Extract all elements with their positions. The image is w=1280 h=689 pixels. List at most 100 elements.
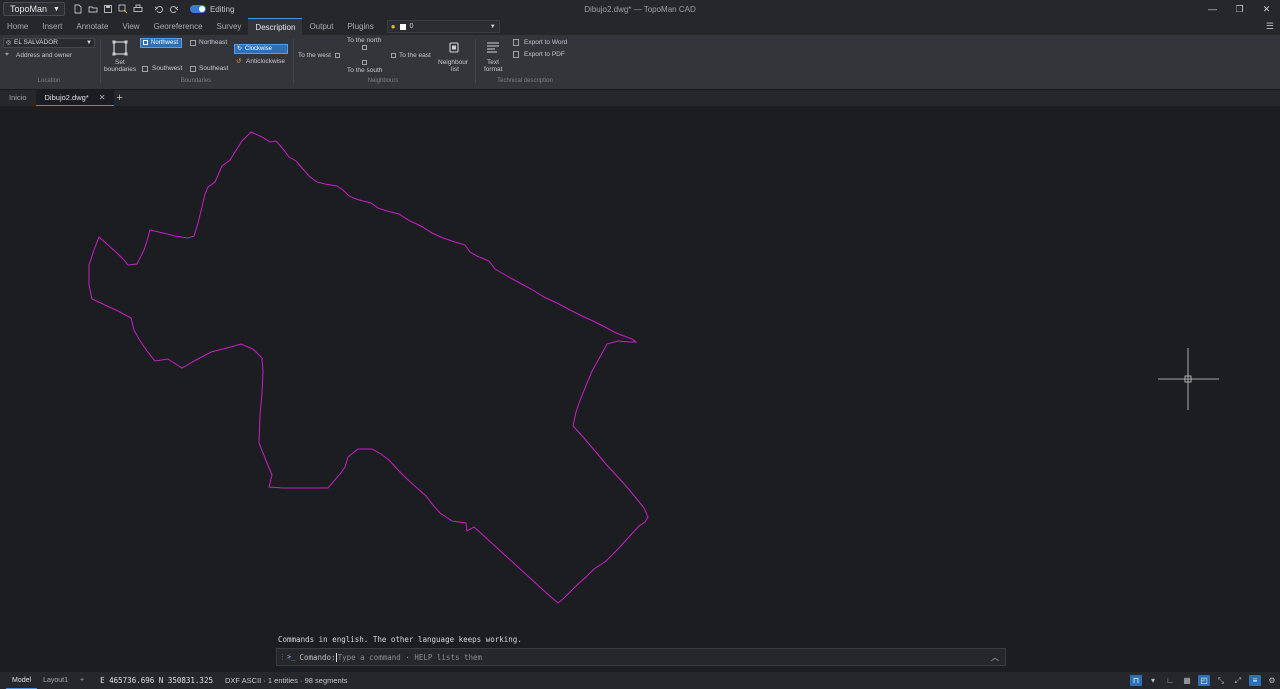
doc-tab-label: Dibujo2.dwg* bbox=[44, 92, 89, 102]
clockwise-option[interactable]: ↻ Clockwise bbox=[234, 44, 288, 54]
lineweight-icon[interactable]: ≡ bbox=[1249, 675, 1261, 686]
redo-icon[interactable] bbox=[169, 4, 180, 15]
neighbour-list-icon[interactable] bbox=[449, 42, 459, 54]
ribbon-options-icon[interactable]: ☰ bbox=[1266, 21, 1274, 32]
restore-icon[interactable]: ❐ bbox=[1226, 0, 1253, 18]
command-label: Comando: bbox=[299, 652, 336, 662]
toggle-track bbox=[189, 5, 206, 13]
text-format-icon[interactable] bbox=[486, 41, 500, 53]
save-as-icon[interactable] bbox=[118, 4, 129, 15]
coordinate-readout: E 465736.696 N 350831.325 bbox=[100, 676, 213, 685]
undo-icon[interactable] bbox=[154, 4, 165, 15]
text-format-label-2[interactable]: format bbox=[484, 66, 502, 73]
south-square-icon[interactable] bbox=[362, 60, 367, 65]
property-boundary-polyline[interactable] bbox=[88, 131, 649, 604]
southeast-checkbox[interactable] bbox=[190, 66, 196, 72]
doc-tab-inicio[interactable]: Inicio bbox=[0, 90, 36, 106]
editing-toggle[interactable]: Editing bbox=[189, 5, 234, 14]
to-the-west-label[interactable]: To the west bbox=[298, 52, 331, 59]
add-tab-icon[interactable]: + bbox=[116, 92, 122, 104]
command-history: Commands in english. The other language … bbox=[278, 635, 522, 644]
group-neighbours: To the north To the west To the east To … bbox=[293, 35, 473, 90]
grid-icon[interactable]: ▦ bbox=[1181, 675, 1193, 686]
chevron-down-icon: ▼ bbox=[489, 23, 496, 30]
northeast-checkbox[interactable] bbox=[190, 40, 196, 46]
tab-description[interactable]: Description bbox=[248, 18, 303, 35]
add-layout-icon[interactable]: + bbox=[74, 672, 90, 689]
crosshair-cursor bbox=[1158, 348, 1219, 410]
group-technical-description: Text format Export to Word Export to PDF… bbox=[475, 35, 575, 90]
app-menu-label: TopoMan bbox=[10, 4, 48, 14]
northwest-option[interactable]: Northwest bbox=[140, 38, 183, 48]
clockwise-label: Clockwise bbox=[245, 46, 273, 52]
anticlockwise-icon: ↺ bbox=[236, 58, 242, 65]
minimize-icon[interactable]: — bbox=[1199, 0, 1226, 18]
southwest-label[interactable]: Southwest bbox=[152, 65, 182, 72]
tab-view[interactable]: View bbox=[115, 18, 146, 35]
anticlockwise-label[interactable]: Anticlockwise bbox=[246, 58, 285, 65]
snap-menu-chevron-icon[interactable]: ▾ bbox=[1147, 675, 1159, 686]
print-icon[interactable] bbox=[133, 4, 144, 15]
layer-dropdown[interactable]: ● 0 ▼ bbox=[386, 20, 500, 33]
tab-annotate[interactable]: Annotate bbox=[69, 18, 115, 35]
snap-icon[interactable]: ⊓ bbox=[1130, 675, 1142, 686]
east-square-icon[interactable] bbox=[391, 53, 396, 58]
globe-icon: ◎ bbox=[6, 40, 12, 46]
save-icon[interactable] bbox=[103, 4, 114, 15]
close-tab-icon[interactable]: ✕ bbox=[99, 90, 106, 106]
chevron-up-icon[interactable]: ︿ bbox=[991, 652, 999, 663]
new-file-icon[interactable] bbox=[73, 4, 84, 15]
northwest-label: Northwest bbox=[151, 40, 179, 46]
tab-home[interactable]: Home bbox=[0, 18, 35, 35]
open-folder-icon[interactable] bbox=[88, 4, 99, 15]
layout1-tab[interactable]: Layout1 bbox=[37, 672, 74, 689]
tab-output[interactable]: Output bbox=[302, 18, 340, 35]
text-format-label-1[interactable]: Text bbox=[487, 59, 499, 66]
prompt-icon: >_ bbox=[287, 653, 296, 661]
settings-gear-icon[interactable]: ⚙ bbox=[1266, 675, 1278, 686]
export-to-word-button[interactable]: Export to Word bbox=[524, 39, 567, 46]
grip-icon[interactable]: ⋮⋮ bbox=[279, 653, 293, 661]
tab-insert[interactable]: Insert bbox=[35, 18, 69, 35]
clockwise-icon: ↻ bbox=[237, 46, 243, 52]
northeast-label[interactable]: Northeast bbox=[199, 39, 227, 46]
neighbour-list-label-2[interactable]: list bbox=[451, 66, 459, 73]
lightbulb-icon[interactable]: ● bbox=[391, 22, 396, 31]
north-square-icon[interactable] bbox=[362, 45, 367, 50]
set-boundaries-icon[interactable] bbox=[112, 40, 128, 56]
drawing-svg[interactable] bbox=[0, 106, 1280, 672]
map-pin-icon: ⌖ bbox=[5, 51, 9, 58]
object-snap-icon[interactable]: ◰ bbox=[1198, 675, 1210, 686]
export-to-pdf-button[interactable]: Export to PDF bbox=[524, 51, 565, 58]
chevron-down-icon: ▼ bbox=[86, 40, 92, 46]
southwest-checkbox[interactable] bbox=[142, 66, 148, 72]
status-toggles: ⊓ ▾ ∟ ▦ ◰ ⤡ ⤢ ≡ ⚙ bbox=[1130, 672, 1278, 689]
west-square-icon[interactable] bbox=[335, 53, 340, 58]
drawing-canvas[interactable] bbox=[0, 106, 1280, 672]
polar-tracking-icon[interactable]: ⤡ bbox=[1215, 675, 1227, 686]
set-boundaries-label-1[interactable]: Set bbox=[115, 59, 125, 66]
country-select[interactable]: ◎ EL SALVADOR ▼ bbox=[3, 38, 95, 48]
close-icon[interactable]: ✕ bbox=[1253, 0, 1280, 18]
status-bar: Model Layout1 + E 465736.696 N 350831.32… bbox=[0, 672, 1280, 689]
layer-name: 0 bbox=[409, 23, 414, 30]
set-boundaries-label-2[interactable]: boundaries bbox=[104, 66, 136, 73]
window-controls: — ❐ ✕ bbox=[1199, 0, 1280, 18]
southeast-label[interactable]: Southeast bbox=[199, 65, 228, 72]
app-menu-button[interactable]: TopoMan ▼ bbox=[3, 2, 65, 16]
address-owner-button[interactable]: Address and owner bbox=[16, 52, 72, 59]
tab-survey[interactable]: Survey bbox=[210, 18, 249, 35]
to-the-north-label[interactable]: To the north bbox=[347, 37, 381, 44]
tracking-icon[interactable]: ⤢ bbox=[1232, 675, 1244, 686]
ortho-icon[interactable]: ∟ bbox=[1164, 675, 1176, 686]
doc-tab-dibujo2[interactable]: Dibujo2.dwg* ✕ bbox=[35, 90, 115, 106]
to-the-east-label[interactable]: To the east bbox=[399, 52, 431, 59]
tab-plugins[interactable]: Plugins bbox=[340, 18, 380, 35]
tab-georeference[interactable]: Georeference bbox=[147, 18, 210, 35]
command-input[interactable] bbox=[335, 652, 936, 662]
neighbour-list-label-1[interactable]: Neighbour bbox=[438, 59, 468, 66]
northwest-check bbox=[143, 40, 148, 45]
to-the-south-label[interactable]: To the south bbox=[347, 67, 382, 74]
model-tab[interactable]: Model bbox=[6, 672, 38, 689]
word-document-icon bbox=[513, 39, 519, 46]
